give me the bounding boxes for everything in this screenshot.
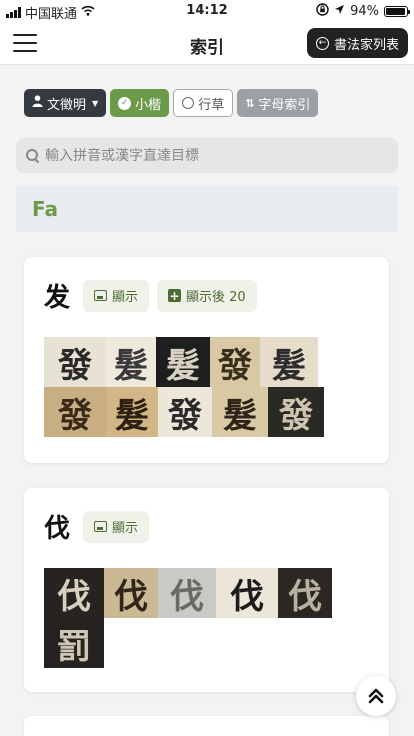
orientation-lock-icon (316, 3, 329, 20)
search-icon (26, 149, 39, 162)
calligraphy-sample-tile[interactable]: 髮 (106, 387, 158, 437)
calligrapher-list-button[interactable]: ← 書法家列表 (306, 28, 408, 58)
calligraphy-sample-tile[interactable]: 伐 (104, 568, 158, 618)
calligraphy-sample-tile[interactable]: 髮 (156, 337, 210, 387)
plus-square-icon: + (168, 288, 182, 303)
battery-percent: 94% (350, 4, 379, 19)
show-label: 顯示 (112, 290, 139, 305)
show-button[interactable]: 顯示 (83, 279, 150, 312)
nav-bar: 索引 ← 書法家列表 (0, 22, 414, 65)
calligraphy-tiles: 伐伐伐伐伐罰 (44, 568, 339, 668)
show-next-button[interactable]: + 顯示後 20 (157, 279, 257, 312)
battery-icon (384, 6, 410, 17)
search-bar (16, 138, 398, 173)
calligraphy-sample-tile[interactable]: 伐 (44, 568, 104, 618)
filter-bar: 文徵明 ▼ ✓ 小楷 行草 ⇅ 字母索引 (24, 89, 319, 117)
style-filter-label: 小楷 (135, 97, 162, 113)
status-right: 94% (316, 3, 410, 20)
show-label: 顯示 (112, 521, 139, 536)
author-filter-button[interactable]: 文徵明 ▼ (24, 89, 107, 117)
calligraphy-sample-tile[interactable]: 發 (44, 387, 106, 437)
alphabet-index-button[interactable]: ⇅ 字母索引 (237, 89, 319, 117)
check-circle-icon: ✓ (118, 96, 132, 110)
calligraphy-sample-tile[interactable]: 發 (210, 337, 260, 387)
character-card (24, 716, 389, 736)
calligraphy-tiles: 發髮髮發髮發髮發髮發 (44, 337, 334, 437)
calligraphy-sample-tile[interactable]: 髮 (106, 337, 156, 387)
double-chevron-up-icon[interactable] (356, 676, 396, 716)
search-input[interactable] (45, 147, 375, 164)
sort-alpha-icon: ⇅ (245, 96, 255, 110)
calligrapher-list-label: 書法家列表 (333, 37, 399, 53)
character-heading: 发 (44, 283, 71, 313)
section-letter: Fa (32, 197, 58, 221)
status-bar: 中国联通 14:12 94% (0, 0, 414, 22)
style-filter-running-cursive[interactable]: 行草 (173, 89, 234, 117)
empty-circle-icon (182, 97, 195, 109)
arrow-circle-left-icon: ← (315, 36, 329, 50)
location-icon (334, 4, 345, 19)
calligraphy-sample-tile[interactable]: 發 (44, 337, 106, 387)
caret-down-icon: ▼ (92, 98, 99, 108)
section-header: Fa (16, 186, 398, 232)
show-next-label: 顯示後 20 (186, 290, 246, 305)
character-heading: 伐 (44, 514, 71, 544)
calligraphy-sample-tile[interactable]: 伐 (216, 568, 278, 618)
alphabet-index-label: 字母索引 (258, 97, 311, 113)
user-icon (32, 95, 43, 111)
calligraphy-sample-tile[interactable]: 罰 (44, 618, 104, 668)
style-filter-label: 行草 (198, 97, 225, 113)
calligraphy-sample-tile[interactable]: 發 (268, 387, 324, 437)
character-card: 伐 顯示 伐伐伐伐伐罰 (24, 488, 389, 692)
card-header: 发 顯示 + 顯示後 20 (24, 257, 389, 314)
calligraphy-sample-tile[interactable]: 髮 (212, 387, 268, 437)
calligraphy-sample-tile[interactable]: 發 (158, 387, 212, 437)
images-icon (94, 521, 107, 532)
images-icon (94, 290, 107, 301)
style-filter-small-regular[interactable]: ✓ 小楷 (110, 89, 170, 117)
calligraphy-sample-tile[interactable]: 髮 (260, 337, 318, 387)
calligraphy-sample-tile[interactable]: 伐 (278, 568, 332, 618)
character-card: 发 顯示 + 顯示後 20 發髮髮發髮發髮發髮發 (24, 257, 389, 463)
show-button[interactable]: 顯示 (83, 510, 150, 543)
author-filter-label: 文徵明 (47, 97, 87, 113)
calligraphy-sample-tile[interactable]: 伐 (158, 568, 216, 618)
card-header: 伐 顯示 (24, 488, 389, 545)
